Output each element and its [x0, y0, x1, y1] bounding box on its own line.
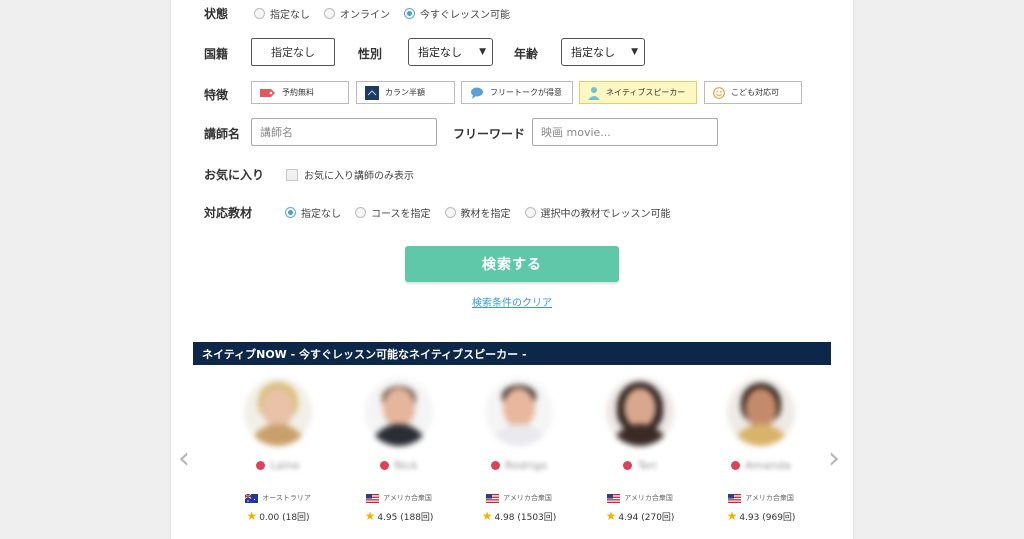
feature-native-speaker[interactable]: ネイティブスピーカー: [579, 81, 697, 104]
feature-kids-ok[interactable]: こども対応可: [704, 81, 802, 104]
favorites-label: お気に入り: [204, 168, 265, 182]
carousel-next-arrow[interactable]: ›: [828, 444, 840, 474]
age-label: 年齢: [514, 47, 539, 61]
usa-flag-icon: [366, 493, 380, 503]
search-button[interactable]: 検索する: [405, 246, 619, 282]
teacher-avatar[interactable]: [727, 378, 795, 446]
teacher-rating: ★ 4.94 (270回): [605, 509, 675, 523]
status-option-online[interactable]: オンライン: [324, 6, 390, 21]
teacher-subtitle: [349, 474, 449, 483]
teacher-card[interactable]: Amanda アメリカ合衆国 ★ 4.93 (969回): [711, 378, 811, 523]
teacher-subtitle: [711, 474, 811, 483]
age-select[interactable]: 指定なし ▼: [561, 38, 645, 66]
features-label: 特徴: [204, 88, 229, 102]
teacher-subtitle: [469, 474, 569, 483]
teacher-country: アメリカ合衆国: [711, 493, 811, 503]
checkbox-box[interactable]: [286, 168, 298, 181]
usa-flag-icon: [728, 493, 742, 503]
materials-option-material[interactable]: 教材を指定: [444, 205, 511, 220]
teacher-name: Laine: [270, 458, 300, 472]
status-filter-row: 状態 指定なし オンライン 今すぐレッスン可能: [204, 5, 524, 21]
teacher-avatar[interactable]: [485, 378, 553, 446]
teacher-country: アメリカ合衆国: [349, 493, 449, 503]
free-word-input[interactable]: [532, 118, 718, 146]
teacher-country: アメリカ合衆国: [590, 493, 690, 503]
usa-flag-icon: [486, 493, 500, 503]
teacher-card[interactable]: Laine オーストラリア ★ 0.00 (18回): [228, 378, 328, 523]
teacher-name-label: 講師名: [204, 127, 241, 141]
teacher-avatar[interactable]: [365, 378, 433, 446]
status-label: 状態: [204, 6, 229, 21]
teacher-name: Amanda: [745, 458, 791, 472]
online-status-dot: [623, 460, 633, 470]
star-icon: ★: [246, 509, 258, 523]
gender-label: 性別: [358, 47, 383, 61]
chevron-down-icon: ▼: [479, 47, 486, 57]
free-word-label: フリーワード: [453, 127, 526, 141]
smiley-icon: [713, 86, 725, 99]
status-option-none[interactable]: 指定なし: [254, 6, 310, 21]
teacher-card[interactable]: Rodrigo アメリカ合衆国 ★ 4.98 (1503回): [469, 378, 569, 523]
materials-filter-row: 対応教材 指定なし コースを指定 教材を指定 選択中の教材でレッスン可能: [204, 204, 685, 220]
teacher-card[interactable]: Nick アメリカ合衆国 ★ 4.95 (188回): [349, 378, 449, 523]
feature-free-reservation[interactable]: 予約無料: [251, 81, 349, 104]
teacher-subtitle: [228, 474, 328, 483]
online-status-dot: [256, 460, 266, 470]
teacher-avatar[interactable]: [244, 378, 312, 446]
status-option-available-now[interactable]: 今すぐレッスン可能: [404, 6, 510, 21]
teacher-name: Teri: [637, 458, 657, 472]
online-status-dot: [731, 460, 741, 470]
feature-callan-half-price[interactable]: カラン半額: [356, 81, 455, 104]
materials-option-course[interactable]: コースを指定: [355, 205, 431, 220]
chevron-down-icon: ▼: [631, 47, 638, 57]
star-icon: ★: [481, 509, 493, 523]
teacher-name: Rodrigo: [504, 458, 548, 472]
star-icon: ★: [605, 509, 617, 523]
tag-icon: [260, 88, 276, 98]
favorites-only-checkbox[interactable]: お気に入り講師のみ表示: [286, 167, 414, 182]
teacher-rating: ★ 4.98 (1503回): [481, 509, 557, 523]
online-status-dot: [380, 460, 390, 470]
teacher-subtitle: [590, 474, 690, 483]
person-icon: [588, 86, 600, 100]
materials-label: 対応教材: [204, 205, 253, 220]
teacher-rating: ★ 4.95 (188回): [364, 509, 434, 523]
materials-option-selected-material[interactable]: 選択中の教材でレッスン可能: [524, 205, 671, 220]
star-icon: ★: [726, 509, 738, 523]
star-icon: ★: [364, 509, 376, 523]
nationality-label: 国籍: [204, 47, 229, 61]
gender-select[interactable]: 指定なし ▼: [408, 38, 493, 66]
teacher-avatar[interactable]: [606, 378, 674, 446]
feature-free-talk[interactable]: フリートークが得意: [461, 81, 573, 104]
nationality-select-button[interactable]: 指定なし: [251, 38, 335, 66]
australia-flag-icon: [245, 493, 259, 503]
teacher-country: アメリカ合衆国: [469, 493, 569, 503]
materials-option-none[interactable]: 指定なし: [285, 205, 341, 220]
teacher-name: Nick: [394, 458, 418, 472]
teacher-country: オーストラリア: [228, 493, 328, 503]
callan-book-icon: [365, 85, 379, 100]
carousel-prev-arrow[interactable]: ‹: [178, 444, 190, 474]
online-status-dot: [490, 460, 500, 470]
clear-conditions-link[interactable]: 検索条件のクリア: [0, 294, 1024, 309]
teacher-rating: ★ 4.93 (969回): [726, 509, 796, 523]
speech-bubble-icon: [470, 87, 484, 99]
teacher-rating: ★ 0.00 (18回): [246, 509, 310, 523]
teacher-name-input[interactable]: [251, 118, 437, 146]
native-now-banner: ネイティブNOW - 今すぐレッスン可能なネイティブスピーカー -: [193, 342, 831, 365]
teacher-card[interactable]: Teri アメリカ合衆国 ★ 4.94 (270回): [590, 378, 690, 523]
usa-flag-icon: [607, 493, 621, 503]
